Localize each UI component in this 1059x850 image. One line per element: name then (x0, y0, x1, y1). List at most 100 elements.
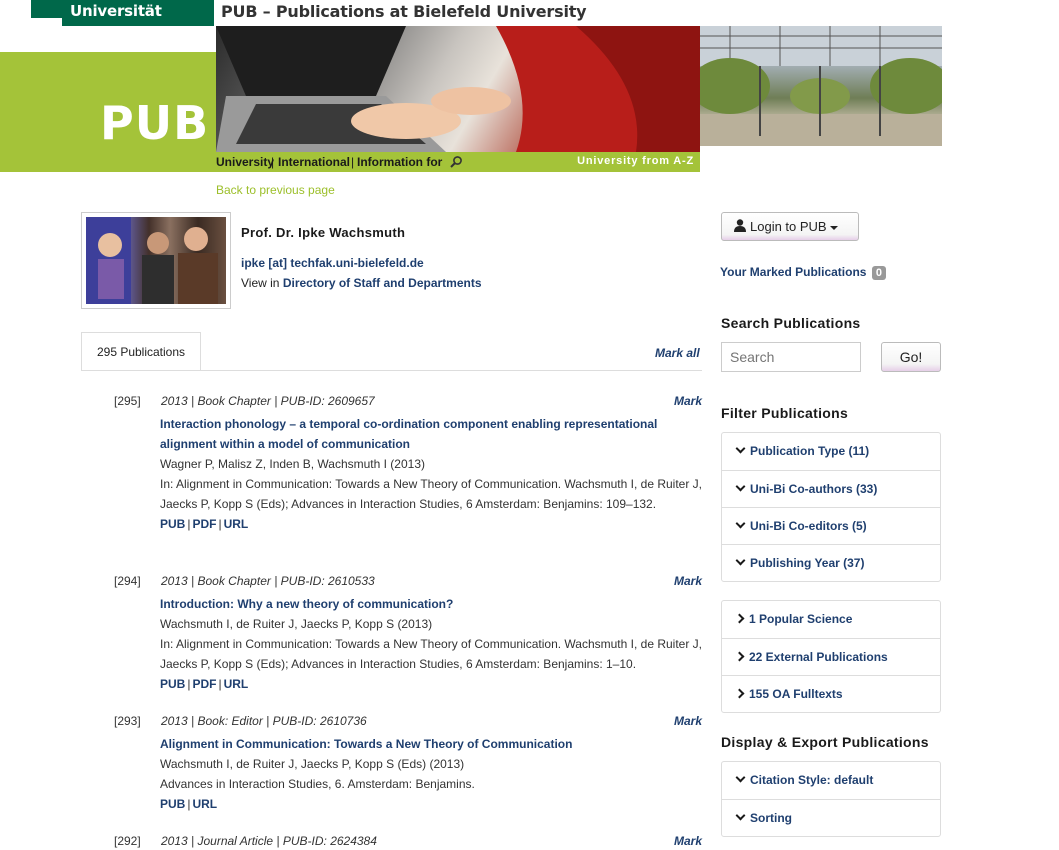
facet-label: Uni-Bi Co-editors (5) (750, 519, 867, 533)
option-label: Sorting (750, 811, 792, 825)
url-link[interactable]: URL (192, 797, 217, 811)
filter-external-publications[interactable]: 22 External Publications (722, 638, 940, 675)
profile-image (86, 217, 226, 304)
banner-image-building (700, 26, 942, 146)
filter-label: 1 Popular Science (749, 612, 853, 626)
publication-authors: Wagner P, Malisz Z, Inden B, Wachsmuth I… (160, 457, 425, 471)
chevron-down-icon (735, 810, 746, 821)
university-logo[interactable]: Universität Bielefeld (62, 0, 214, 42)
pub-link[interactable]: PUB (160, 677, 185, 691)
filter-label: 155 OA Fulltexts (749, 687, 843, 701)
back-link[interactable]: Back to previous page (216, 183, 335, 197)
user-icon (734, 214, 746, 241)
nav-university-a-z[interactable]: University from A-Z (577, 155, 694, 167)
nav-international[interactable]: International (278, 155, 350, 169)
staff-directory-link[interactable]: Directory of Staff and Departments (283, 276, 482, 290)
facet-label: Publishing Year (37) (750, 556, 865, 570)
nav-information-for[interactable]: Information for (357, 155, 442, 169)
chevron-right-icon (734, 613, 745, 624)
banner-image-laptop (216, 26, 700, 152)
nav-university[interactable]: University (216, 155, 274, 169)
site-title: PUB – Publications at Bielefeld Universi… (221, 2, 587, 21)
staff-directory-line: View in Directory of Staff and Departmen… (241, 276, 482, 290)
chevron-down-icon (735, 481, 746, 492)
mark-link[interactable]: Mark (674, 834, 702, 848)
publication-links: PUB | PDF | URL (160, 517, 249, 531)
marked-publications-label: Your Marked Publications (720, 265, 867, 279)
pub-logo[interactable]: PUB (100, 96, 209, 150)
publication-meta: 2013 | Journal Article | PUB-ID: 2624384 (161, 834, 377, 848)
publication-authors: Wachsmuth I, de Ruiter J, Jaecks P, Kopp… (160, 757, 465, 771)
publication-source: In: Alignment in Communication: Towards … (160, 637, 703, 671)
chevron-down-icon (735, 772, 746, 783)
login-button[interactable]: Login to PUB (721, 212, 859, 241)
publication-item: [293] 2013 | Book: Editor | PUB-ID: 2610… (114, 714, 704, 814)
profile-photo (81, 212, 231, 309)
publication-body: Interaction phonology – a temporal co-or… (160, 414, 702, 534)
publication-source: Advances in Interaction Studies, 6. Amst… (160, 777, 475, 791)
mark-all-link[interactable]: Mark all (655, 346, 700, 360)
mark-link[interactable]: Mark (674, 714, 702, 728)
publication-item: [292] 2013 | Journal Article | PUB-ID: 2… (114, 834, 704, 850)
pub-link[interactable]: PUB (160, 517, 185, 531)
search-icon[interactable] (449, 155, 463, 172)
sorting-option[interactable]: Sorting (722, 799, 940, 836)
caret-down-icon (829, 225, 838, 230)
publication-number: [293] (114, 714, 141, 728)
tab-publications[interactable]: 295 Publications (81, 332, 201, 371)
url-link[interactable]: URL (224, 677, 249, 691)
chevron-down-icon (735, 443, 746, 454)
citation-style-option[interactable]: Citation Style: default (722, 762, 940, 799)
person-email-link[interactable]: ipke [at] techfak.uni-bielefeld.de (241, 256, 424, 270)
facet-label: Publication Type (11) (750, 444, 870, 458)
laptop-illustration (216, 26, 700, 152)
header-nav-bar: University | International | Information… (216, 152, 700, 172)
filter-heading: Filter Publications (721, 405, 849, 421)
publication-meta: 2013 | Book Chapter | PUB-ID: 2610533 (161, 574, 375, 588)
publication-meta: 2013 | Book: Editor | PUB-ID: 2610736 (161, 714, 367, 728)
publication-number: [292] (114, 834, 141, 848)
view-in-label: View in (241, 276, 280, 290)
display-export-heading: Display & Export Publications (721, 734, 929, 750)
chevron-down-icon (735, 555, 746, 566)
filter-popular-science[interactable]: 1 Popular Science (722, 601, 940, 638)
chevron-right-icon (734, 688, 745, 699)
publication-title-link[interactable]: Introduction: Why a new theory of commun… (160, 594, 702, 614)
filter-oa-fulltexts[interactable]: 155 OA Fulltexts (722, 675, 940, 712)
go-button[interactable]: Go! (881, 342, 941, 372)
search-heading: Search Publications (721, 315, 861, 331)
facet-publishing-year[interactable]: Publishing Year (37) (722, 544, 940, 581)
url-link[interactable]: URL (224, 517, 249, 531)
chevron-right-icon (734, 651, 745, 662)
marked-publications[interactable]: Your Marked Publications 0 (720, 265, 886, 280)
publication-number: [294] (114, 574, 141, 588)
pdf-link[interactable]: PDF (192, 677, 216, 691)
publication-source: In: Alignment in Communication: Towards … (160, 477, 703, 511)
mark-link[interactable]: Mark (674, 574, 702, 588)
publication-links: PUB | PDF | URL (160, 677, 249, 691)
facet-co-editors[interactable]: Uni-Bi Co-editors (5) (722, 507, 940, 544)
publication-body: Introduction: Why a new theory of commun… (160, 594, 702, 694)
facet-co-authors[interactable]: Uni-Bi Co-authors (33) (722, 470, 940, 507)
chevron-down-icon (735, 518, 746, 529)
publication-number: [295] (114, 394, 141, 408)
publication-item: [294] 2013 | Book Chapter | PUB-ID: 2610… (114, 574, 704, 694)
publication-title-link[interactable]: Interaction phonology – a temporal co-or… (160, 414, 702, 454)
facet-publication-type[interactable]: Publication Type (11) (722, 433, 940, 470)
search-input[interactable] (721, 342, 861, 372)
display-options: Citation Style: default Sorting (721, 761, 941, 837)
facet-label: Uni-Bi Co-authors (33) (750, 482, 878, 496)
publication-body: Alignment in Communication: Towards a Ne… (160, 734, 702, 814)
filter-facets: Publication Type (11) Uni-Bi Co-authors … (721, 432, 941, 582)
marked-count-badge: 0 (871, 266, 886, 280)
publication-meta: 2013 | Book Chapter | PUB-ID: 2609657 (161, 394, 375, 408)
pub-link[interactable]: PUB (160, 797, 185, 811)
pdf-link[interactable]: PDF (192, 517, 216, 531)
filter-label: 22 External Publications (749, 650, 888, 664)
publication-title-link[interactable]: Alignment in Communication: Towards a Ne… (160, 734, 702, 754)
mark-link[interactable]: Mark (674, 394, 702, 408)
publication-authors: Wachsmuth I, de Ruiter J, Jaecks P, Kopp… (160, 617, 433, 631)
extra-filters: 1 Popular Science 22 External Publicatio… (721, 600, 941, 713)
nav-separator: | (271, 155, 275, 169)
login-label: Login to PUB (750, 219, 827, 234)
